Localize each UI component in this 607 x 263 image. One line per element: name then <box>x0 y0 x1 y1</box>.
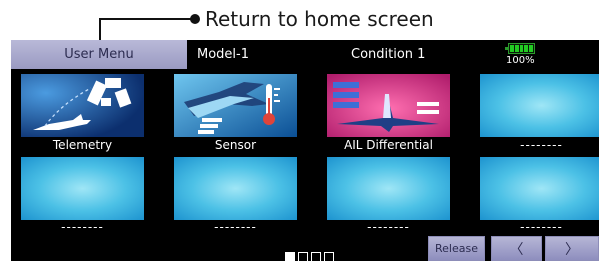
page-dot[interactable] <box>298 252 308 261</box>
release-button[interactable]: Release <box>428 236 485 261</box>
prev-page-button[interactable]: 〈 <box>491 236 542 261</box>
callout-leader-line-vertical <box>99 18 101 42</box>
user-menu-home-button[interactable]: User Menu <box>11 40 187 69</box>
telemetry-tile[interactable] <box>21 74 144 137</box>
callout-bullet <box>190 14 200 24</box>
empty-tile[interactable] <box>480 74 599 137</box>
page-dot[interactable] <box>324 252 334 261</box>
condition-name: Condition 1 <box>351 47 426 62</box>
empty-tile[interactable] <box>21 157 144 220</box>
battery-percent: 100% <box>506 55 535 66</box>
empty-tile[interactable] <box>174 157 297 220</box>
sensor-label: Sensor <box>214 138 257 152</box>
empty-tile-label: -------- <box>520 220 563 234</box>
release-button-label: Release <box>435 242 478 255</box>
empty-tile-label: -------- <box>214 220 257 234</box>
page-dot[interactable] <box>311 252 321 261</box>
empty-tile[interactable] <box>327 157 450 220</box>
telemetry-icon <box>21 74 144 137</box>
sensor-icon <box>174 74 297 137</box>
chevron-left-icon: 〈 <box>509 241 524 258</box>
ail-differential-icon <box>327 74 450 137</box>
empty-tile-label: -------- <box>520 138 563 152</box>
chevron-right-icon: 〉 <box>565 241 579 258</box>
empty-tile-label: -------- <box>61 220 104 234</box>
sensor-tile[interactable] <box>174 74 297 137</box>
status-bar: User Menu Model-1 Condition 1 100% <box>11 40 599 69</box>
empty-tile[interactable] <box>480 157 599 220</box>
next-page-button[interactable]: 〉 <box>545 236 599 261</box>
model-name: Model-1 <box>197 47 249 62</box>
ail-differential-label: AIL Differential <box>344 138 433 152</box>
telemetry-label: Telemetry <box>52 138 113 152</box>
page-dot-active[interactable] <box>285 252 295 261</box>
user-menu-label: User Menu <box>64 47 134 62</box>
callout-leader-line <box>99 18 192 20</box>
transmitter-screen: User Menu Model-1 Condition 1 100% Telem… <box>11 40 599 261</box>
battery-icon <box>505 43 535 54</box>
ail-differential-tile[interactable] <box>327 74 450 137</box>
callout-text: Return to home screen <box>205 7 434 31</box>
empty-tile-label: -------- <box>367 220 410 234</box>
page-indicator <box>285 252 334 261</box>
